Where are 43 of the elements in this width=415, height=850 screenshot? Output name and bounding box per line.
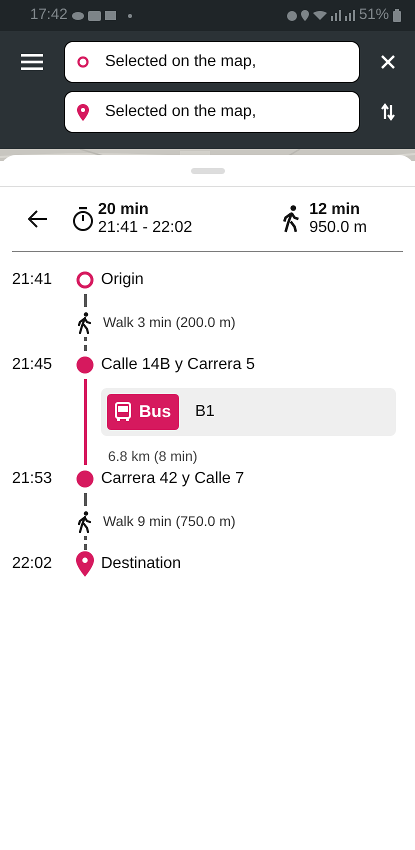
signal-icon: [344, 10, 355, 21]
stop-time: 21:53: [12, 469, 54, 489]
wifi-icon: [312, 11, 327, 20]
dot-icon: [128, 14, 132, 18]
battery-icon: [393, 9, 401, 22]
clock-time: 17:42: [30, 5, 68, 26]
stopwatch-icon: [72, 206, 94, 232]
stop-name: Calle 14B y Carrera 5: [100, 355, 255, 375]
swap-icon[interactable]: [380, 103, 394, 121]
walking-person-icon: [78, 312, 92, 334]
destination-field[interactable]: Selected on the map,: [64, 91, 360, 133]
stop-time: 21:45: [12, 355, 54, 375]
walk-instruction: Walk 3 min (200.0 m): [102, 313, 236, 332]
walk-instruction: Walk 9 min (750.0 m): [102, 512, 236, 531]
drag-handle[interactable]: [190, 168, 224, 174]
circle-icon: [77, 56, 89, 68]
location-icon: [300, 10, 309, 21]
trip-time-range: 21:41 - 22:02: [98, 219, 192, 238]
battery-percentage: 51%: [358, 5, 389, 26]
location-pin-icon: [77, 104, 89, 120]
route-detail: 6.8 km (8 min): [107, 446, 198, 466]
menu-icon[interactable]: [21, 53, 43, 71]
stop-time: 22:02: [12, 554, 54, 574]
walking-person-icon: [78, 510, 92, 532]
walk-distance: 950.0 m: [309, 219, 367, 238]
trip-duration: 20 min: [98, 200, 150, 219]
route-name: B1: [195, 402, 215, 422]
stop-name: Carrera 42 y Calle 7: [100, 469, 244, 489]
back-arrow-icon[interactable]: [28, 210, 48, 228]
stop-name: Origin: [100, 270, 144, 290]
origin-field[interactable]: Selected on the map,: [64, 41, 360, 83]
stop-name: Destination: [100, 554, 182, 574]
route-card[interactable]: Bus B1: [101, 388, 396, 436]
close-icon[interactable]: [380, 54, 396, 70]
origin-circle-icon: [76, 271, 94, 289]
walk-duration: 12 min: [309, 200, 361, 219]
stop-dot-icon: [76, 470, 94, 488]
transit-mode-badge: Bus: [107, 394, 180, 430]
stop-dot-icon: [76, 356, 94, 374]
bus-icon: [115, 402, 131, 422]
walking-person-icon: [283, 204, 302, 234]
stop-time: 21:41: [12, 270, 54, 290]
signal-icon: [330, 10, 341, 21]
